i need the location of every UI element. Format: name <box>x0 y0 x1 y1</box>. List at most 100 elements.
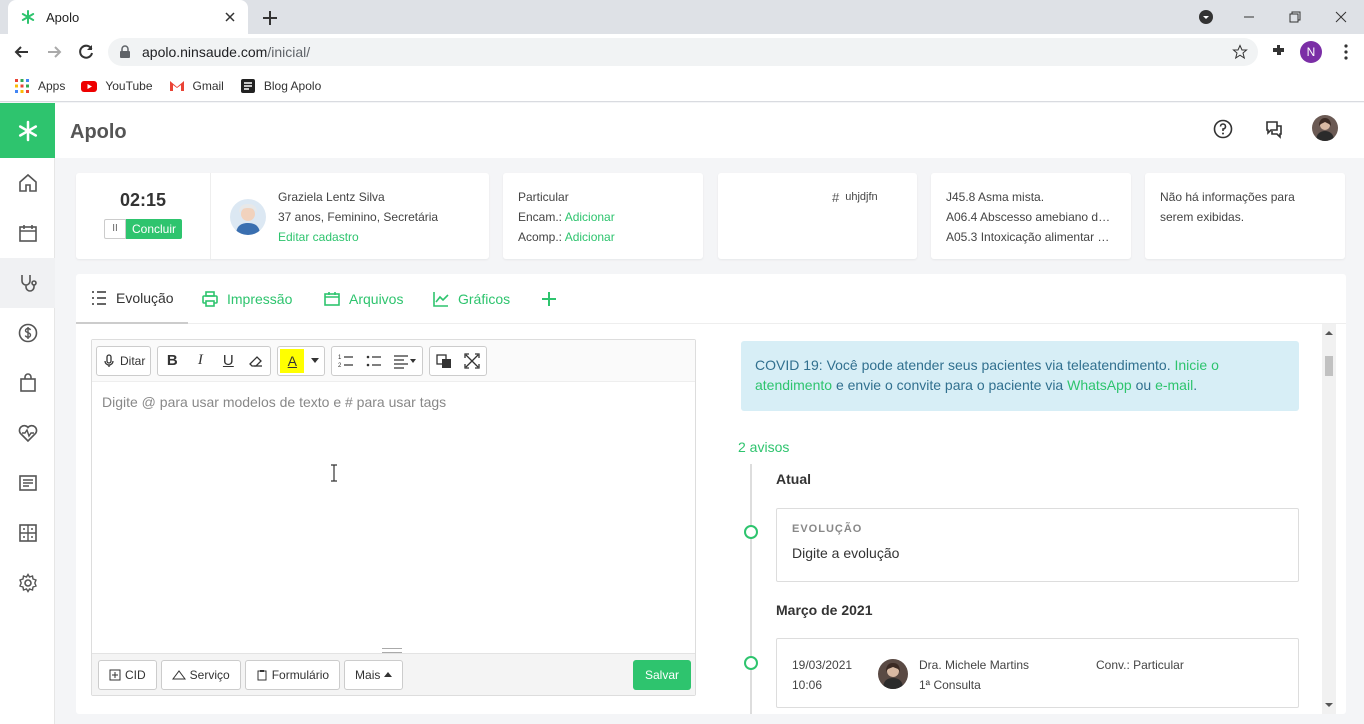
eraser-icon <box>249 355 263 367</box>
email-link[interactable]: e-mail <box>1155 377 1193 393</box>
align-left-icon <box>394 354 417 369</box>
more-menu-icon[interactable] <box>1338 43 1354 61</box>
scroll-up-icon[interactable] <box>1322 328 1336 338</box>
servico-button[interactable]: Serviço <box>160 659 241 690</box>
forward-icon[interactable] <box>44 42 64 62</box>
tab-arquivos[interactable]: Arquivos <box>323 274 403 324</box>
sidebar <box>0 103 55 724</box>
folder-icon <box>324 292 340 306</box>
new-tab-icon[interactable] <box>260 8 280 28</box>
extensions-icon[interactable] <box>1270 42 1288 60</box>
view-group <box>429 345 488 376</box>
tab-impressao[interactable]: Impressão <box>201 274 292 324</box>
url-input[interactable]: apolo.ninsaude.com/inicial/ <box>108 38 1258 66</box>
text-color-dropdown[interactable] <box>306 347 324 375</box>
back-icon[interactable] <box>12 42 32 62</box>
heart-pulse-icon <box>18 424 37 443</box>
address-bar-row: apolo.ninsaude.com/inicial/ N <box>0 34 1364 70</box>
restore-button[interactable] <box>1272 0 1318 34</box>
sidebar-item-attendance[interactable] <box>0 258 55 308</box>
sidebar-item-health[interactable] <box>0 408 55 458</box>
sidebar-item-calendar[interactable] <box>0 208 55 258</box>
acomp-add-link[interactable]: Adicionar <box>565 230 615 244</box>
tag-item[interactable]: # uhjdjfn <box>832 187 878 207</box>
bookmark-label: YouTube <box>105 78 153 93</box>
tab-label: Impressão <box>227 291 293 307</box>
chat-icon[interactable] <box>1263 118 1285 140</box>
save-button[interactable]: Salvar <box>632 660 691 690</box>
scroll-down-icon[interactable] <box>1322 700 1336 710</box>
fullscreen-button[interactable] <box>458 347 486 375</box>
eraser-button[interactable] <box>242 347 270 375</box>
minimize-icon <box>1244 16 1254 18</box>
app-logo[interactable] <box>0 103 55 158</box>
bookmark-label: Apps <box>38 78 66 93</box>
sidebar-item-settings[interactable] <box>0 558 55 608</box>
italic-button[interactable]: I <box>186 347 214 375</box>
bookmark-apps[interactable]: Apps <box>14 78 65 94</box>
align-button[interactable] <box>388 347 422 375</box>
fullscreen-icon <box>464 352 480 369</box>
gmail-icon <box>169 80 184 91</box>
timeline-scrollbar[interactable] <box>1322 324 1336 714</box>
evolution-entry[interactable]: EVOLUÇÃO Digite a evolução <box>776 508 1299 582</box>
tab-evolucao[interactable]: Evolução <box>76 274 188 324</box>
bookmark-gmail[interactable]: Gmail <box>169 78 224 94</box>
browser-tabbar: Apolo <box>0 0 1364 34</box>
translate-button[interactable] <box>430 347 458 375</box>
insurance-type: Particular <box>518 190 569 204</box>
consultation-panel: Evolução Impressão Arquivos Gráficos Dit… <box>76 274 1346 714</box>
close-tab-icon[interactable] <box>222 9 238 25</box>
close-window-button[interactable] <box>1318 0 1364 34</box>
ordered-list-button[interactable]: 12 <box>332 347 360 375</box>
bookmark-star-icon[interactable] <box>1232 44 1248 60</box>
text-color-button[interactable]: A <box>280 348 305 373</box>
sidebar-item-reports[interactable] <box>0 458 55 508</box>
patient-avatar <box>230 199 266 235</box>
sidebar-item-store[interactable] <box>0 358 55 408</box>
warnings-link[interactable]: 2 avisos <box>738 439 789 455</box>
underline-button[interactable]: U <box>214 347 242 375</box>
extra-info-line1: Não há informações para <box>1160 190 1295 204</box>
add-tab-button[interactable] <box>540 274 558 324</box>
edit-patient-link[interactable]: Editar cadastro <box>278 227 438 247</box>
cid-button[interactable]: CID <box>98 659 157 690</box>
pause-button[interactable]: II <box>103 219 126 239</box>
formulario-button[interactable]: Formulário <box>244 659 341 690</box>
encam-add-link[interactable]: Adicionar <box>565 210 615 224</box>
conclude-button[interactable]: Concluir <box>125 219 182 239</box>
bold-button[interactable]: B <box>158 347 186 375</box>
dictate-group: Ditar <box>96 345 152 376</box>
insurance-card: Particular Encam.: Adicionar Acomp.: Adi… <box>503 173 703 259</box>
bookmark-blog[interactable]: Blog Apolo <box>240 78 321 94</box>
bullet-list-button[interactable] <box>360 347 388 375</box>
bookmark-label: Blog Apolo <box>263 78 322 93</box>
sidebar-item-home[interactable] <box>0 158 55 208</box>
microphone-icon <box>104 353 114 367</box>
current-section-title: Atual <box>776 471 811 487</box>
printer-icon <box>202 291 218 307</box>
user-avatar[interactable] <box>1312 115 1338 141</box>
close-window-icon <box>1335 11 1347 23</box>
scroll-thumb[interactable] <box>1325 356 1333 376</box>
browser-tab[interactable]: Apolo <box>8 0 248 34</box>
reload-icon[interactable] <box>76 42 96 62</box>
calendar-icon <box>18 225 37 242</box>
bookmark-label: Gmail <box>192 78 224 93</box>
whatsapp-link[interactable]: WhatsApp <box>1067 377 1132 393</box>
tab-search-icon[interactable] <box>1198 9 1214 25</box>
bookmark-youtube[interactable]: YouTube <box>81 78 153 94</box>
servico-label: Serviço <box>189 667 230 682</box>
sidebar-item-finance[interactable] <box>0 308 55 358</box>
tab-graficos[interactable]: Gráficos <box>432 274 510 324</box>
minimize-button[interactable] <box>1226 0 1272 34</box>
editor-textarea[interactable]: Digite @ para usar modelos de texto e # … <box>102 394 446 410</box>
dictate-button[interactable]: Ditar <box>97 347 150 375</box>
dictate-label: Ditar <box>120 353 146 368</box>
list-group: 12 <box>331 345 424 376</box>
mais-button[interactable]: Mais <box>344 659 404 690</box>
history-entry[interactable]: 19/03/2021 10:06 Dra. Michele Martins 1ª… <box>776 638 1299 708</box>
help-icon[interactable] <box>1212 118 1234 140</box>
sidebar-item-dashboard[interactable] <box>0 508 55 558</box>
profile-avatar[interactable]: N <box>1300 41 1322 63</box>
